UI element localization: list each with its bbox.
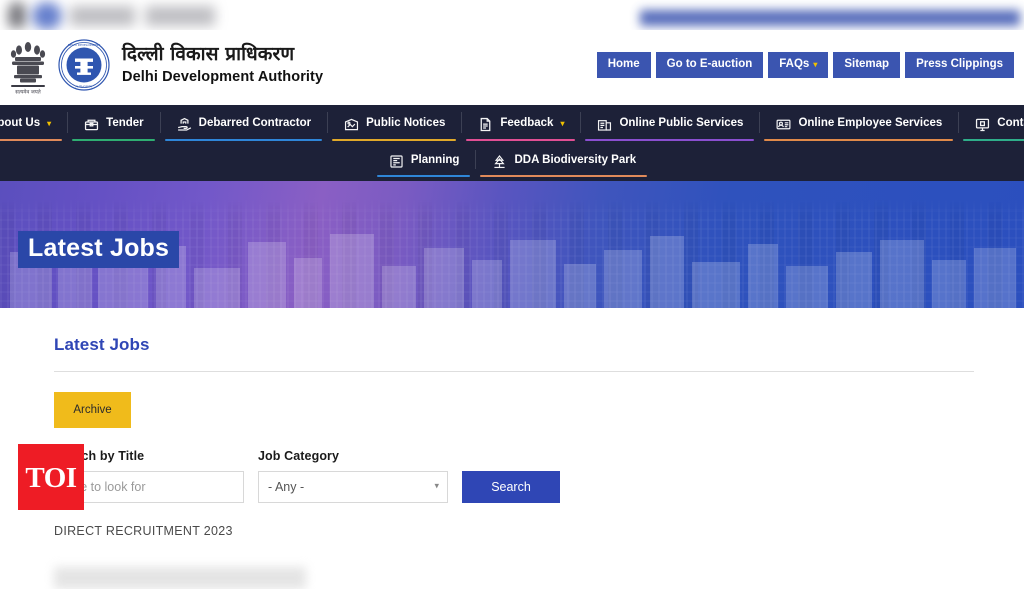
tender-box-icon [83, 116, 100, 133]
hero-banner: Latest Jobs [0, 181, 1024, 308]
svg-text:सत्यमेव जयते: सत्यमेव जयते [15, 89, 42, 96]
nav-label: Planning [410, 154, 460, 167]
top-utility-nav: Home Go to E-auction FAQs ▾ Sitemap Pres… [596, 52, 1014, 78]
latest-jobs-panel: Latest Jobs Archive Search by Title Job … [54, 335, 974, 589]
toi-watermark: TOI [18, 444, 84, 510]
chevron-down-icon: ▾ [47, 119, 52, 128]
brand-english-title: Delhi Development Authority [122, 69, 324, 86]
nav-label: Feedback [500, 117, 554, 130]
blurred-page-top-strip [0, 0, 1024, 30]
nav-item-public-notices[interactable]: Public Notices [327, 105, 461, 143]
ghost-brand-text [70, 6, 215, 26]
document-icon [477, 116, 494, 133]
chevron-down-icon: ▾ [560, 119, 565, 128]
nav-item-debarred-contractor[interactable]: Debarred Contractor [159, 105, 327, 143]
nav-item-dda-biodiversity-park[interactable]: DDA Biodiversity Park [475, 143, 652, 179]
nav-label: Online Employee Services [798, 117, 943, 130]
nav-label: Debarred Contractor [198, 117, 312, 130]
job-category-field: Job Category - Any - ▾ [258, 449, 448, 503]
search-button[interactable]: Search [462, 471, 560, 503]
nav-label: Tender [106, 117, 144, 130]
nav-accent-bar [376, 174, 471, 177]
svg-text:DELHI DEVELOPMENT: DELHI DEVELOPMENT [68, 43, 101, 47]
nav-item-online-employee-services[interactable]: Online Employee Services [759, 105, 958, 143]
topnav-label: Go to E-auction [666, 58, 753, 70]
nav-label: Public Notices [366, 117, 446, 130]
topnav-label: Press Clippings [916, 58, 1003, 70]
topnav-item-sitemap[interactable]: Sitemap [833, 52, 901, 78]
job-search-form: Search by Title Job Category - Any - ▾ S… [54, 449, 974, 503]
site-branding[interactable]: सत्यमेव जयते DELHI DEVELOPMENT AUTHORITY [6, 34, 323, 96]
blurred-result-row [54, 567, 474, 589]
toi-watermark-label: TOI [25, 461, 77, 494]
main-navigation: About Us ▾ Tender Debarred [0, 105, 1024, 181]
notice-board-icon [343, 116, 360, 133]
monitor-icon [974, 116, 991, 133]
topnav-label: FAQs [779, 58, 810, 70]
panel-divider [54, 371, 974, 372]
nav-accent-bar [963, 138, 1024, 141]
nav-item-about-us[interactable]: About Us ▾ [0, 105, 67, 143]
brand-text-block: दिल्ली विकास प्राधिकरण Delhi Development… [122, 43, 324, 86]
main-nav-row-1: About Us ▾ Tender Debarred [0, 105, 1024, 143]
main-nav-row-2: Planning DDA Biodiversity Park [0, 143, 1024, 179]
dda-logo-icon: DELHI DEVELOPMENT AUTHORITY [58, 39, 110, 91]
nav-item-tender[interactable]: Tender [67, 105, 160, 143]
nav-accent-bar [764, 138, 954, 141]
services-icon [596, 116, 613, 133]
planning-icon [388, 153, 405, 170]
topnav-item-go-to-e-auction[interactable]: Go to E-auction [655, 52, 764, 78]
chevron-down-icon: ▾ [813, 59, 818, 69]
svg-text:AUTHORITY: AUTHORITY [75, 84, 92, 88]
nav-label: About Us [0, 117, 41, 130]
topnav-item-faqs[interactable]: FAQs ▾ [768, 52, 829, 78]
ghost-topnav [640, 10, 1020, 26]
archive-button[interactable]: Archive [54, 392, 131, 428]
ghost-logo-icon [32, 2, 62, 30]
nav-accent-bar [0, 138, 63, 141]
panel-heading: Latest Jobs [54, 335, 150, 354]
nav-label: DDA Biodiversity Park [514, 154, 637, 167]
job-category-label: Job Category [258, 449, 340, 463]
nav-label: Contact Us [997, 117, 1024, 130]
topnav-item-home[interactable]: Home [596, 52, 651, 78]
job-category-select[interactable]: - Any - [258, 471, 448, 503]
job-category-select-wrapper: - Any - ▾ [258, 471, 448, 503]
page-title: Latest Jobs [18, 231, 180, 268]
nav-item-contact-us[interactable]: Contact Us [958, 105, 1024, 143]
nav-accent-bar [466, 138, 576, 141]
topnav-label: Sitemap [844, 58, 890, 70]
nav-item-online-public-services[interactable]: Online Public Services [580, 105, 759, 143]
india-state-emblem-icon: सत्यमेव जयते [6, 34, 50, 96]
nav-label: Online Public Services [619, 117, 744, 130]
employee-icon [775, 116, 792, 133]
job-result-heading[interactable]: DIRECT RECRUITMENT 2023 [54, 524, 974, 538]
job-category-selected-value: - Any - [268, 480, 305, 494]
site-header: सत्यमेव जयते DELHI DEVELOPMENT AUTHORITY [0, 30, 1024, 105]
topnav-label: Home [607, 58, 640, 70]
nav-accent-bar [585, 138, 755, 141]
topnav-item-press-clippings[interactable]: Press Clippings [905, 52, 1014, 78]
main-content: Latest Jobs Archive Search by Title Job … [0, 308, 1024, 589]
nav-accent-bar [480, 174, 648, 177]
hand-building-icon [176, 116, 193, 133]
park-icon [491, 153, 508, 170]
nav-accent-bar [72, 138, 155, 141]
nav-accent-bar [164, 138, 323, 141]
nav-item-feedback[interactable]: Feedback ▾ [461, 105, 580, 143]
nav-accent-bar [332, 138, 457, 141]
brand-hindi-title: दिल्ली विकास प्राधिकरण [122, 43, 295, 66]
ghost-emblem-icon [8, 2, 26, 28]
nav-item-planning[interactable]: Planning [372, 143, 476, 179]
